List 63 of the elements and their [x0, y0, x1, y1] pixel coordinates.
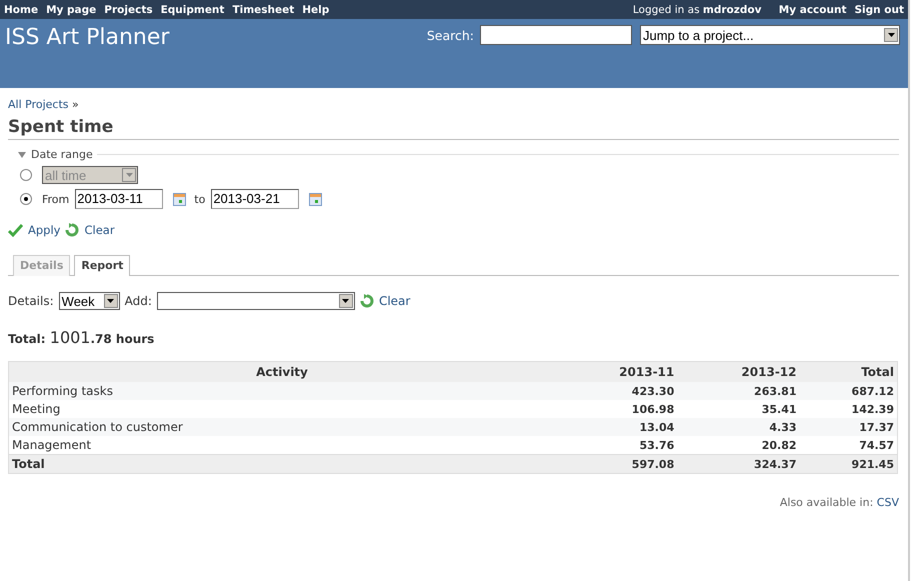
table-cell: 106.98 — [555, 400, 678, 418]
checkmark-icon — [8, 224, 23, 236]
clear-link[interactable]: Clear — [84, 223, 115, 237]
column-header: Activity — [8, 362, 555, 382]
account-link[interactable]: My account — [778, 4, 846, 16]
refresh-icon — [65, 223, 80, 237]
details-select[interactable]: Week — [58, 292, 120, 310]
top-menu-link[interactable]: My page — [46, 4, 96, 16]
total-hours: Total: 1001.78 hours — [8, 328, 156, 347]
page-title: Spent time — [8, 117, 899, 140]
table-cell: Meeting — [8, 400, 555, 418]
calendar-icon[interactable] — [309, 192, 322, 206]
table-cell: 4.33 — [677, 418, 800, 436]
account-link[interactable]: Sign out — [854, 4, 904, 16]
total-cell: 921.45 — [800, 454, 898, 474]
total-cell: 324.37 — [677, 454, 800, 474]
table-cell: 263.81 — [677, 382, 800, 400]
table-cell: 17.37 — [800, 418, 898, 436]
top-menu-link[interactable]: Equipment — [160, 4, 224, 16]
search-field[interactable] — [480, 25, 632, 45]
top-menu-link[interactable]: Timesheet — [232, 4, 294, 16]
date-field[interactable]: 2013-03-21 — [211, 189, 300, 209]
top-menu-link[interactable]: Projects — [104, 4, 153, 16]
from-label: From — [42, 192, 70, 206]
to-label: to — [194, 192, 206, 206]
top-menu-link[interactable]: Help — [302, 4, 330, 16]
table-cell: Performing tasks — [8, 382, 555, 400]
logged-in-text: Logged in as mdrozdov — [632, 4, 762, 16]
table-cell: 20.82 — [677, 436, 800, 454]
tab[interactable]: Report — [74, 255, 130, 276]
apply-link[interactable]: Apply — [28, 223, 60, 237]
column-header: 2013-11 — [555, 362, 678, 382]
collapse-arrow-icon — [18, 152, 26, 158]
add-select[interactable] — [156, 292, 355, 310]
table-cell: 74.57 — [800, 436, 898, 454]
column-header: 2013-12 — [677, 362, 800, 382]
table-cell: Communication to customer — [8, 418, 555, 436]
app-title: ISS Art Planner — [5, 25, 170, 50]
search-label: Search: — [426, 28, 474, 42]
calendar-icon[interactable] — [173, 192, 186, 206]
breadcrumb-separator: » — [72, 98, 79, 111]
table-cell: 142.39 — [800, 400, 898, 418]
date-range-legend[interactable]: Date range — [8, 148, 97, 161]
date-field[interactable]: 2013-03-11 — [75, 189, 164, 209]
table-cell: 53.76 — [555, 436, 678, 454]
breadcrumb-link[interactable]: All Projects — [8, 98, 68, 111]
table-cell: 687.12 — [800, 382, 898, 400]
table-cell: 13.04 — [555, 418, 678, 436]
other-formats-label: Also available in: — [780, 496, 874, 509]
table-cell: Management — [8, 436, 555, 454]
clear-link[interactable]: Clear — [378, 294, 410, 308]
project-jump-select[interactable]: Jump to a project... — [640, 25, 900, 45]
total-cell: 597.08 — [555, 454, 678, 474]
column-header: Total — [800, 362, 898, 382]
csv-link[interactable]: CSV — [876, 496, 899, 509]
refresh-icon — [360, 294, 374, 308]
top-menu-link[interactable]: Home — [4, 4, 38, 16]
total-cell: Total — [8, 454, 555, 474]
add-label: Add: — [124, 294, 152, 308]
details-label: Details: — [8, 294, 54, 308]
table-cell: 35.41 — [677, 400, 800, 418]
radio-button[interactable] — [20, 193, 32, 205]
table-cell: 423.30 — [555, 382, 678, 400]
